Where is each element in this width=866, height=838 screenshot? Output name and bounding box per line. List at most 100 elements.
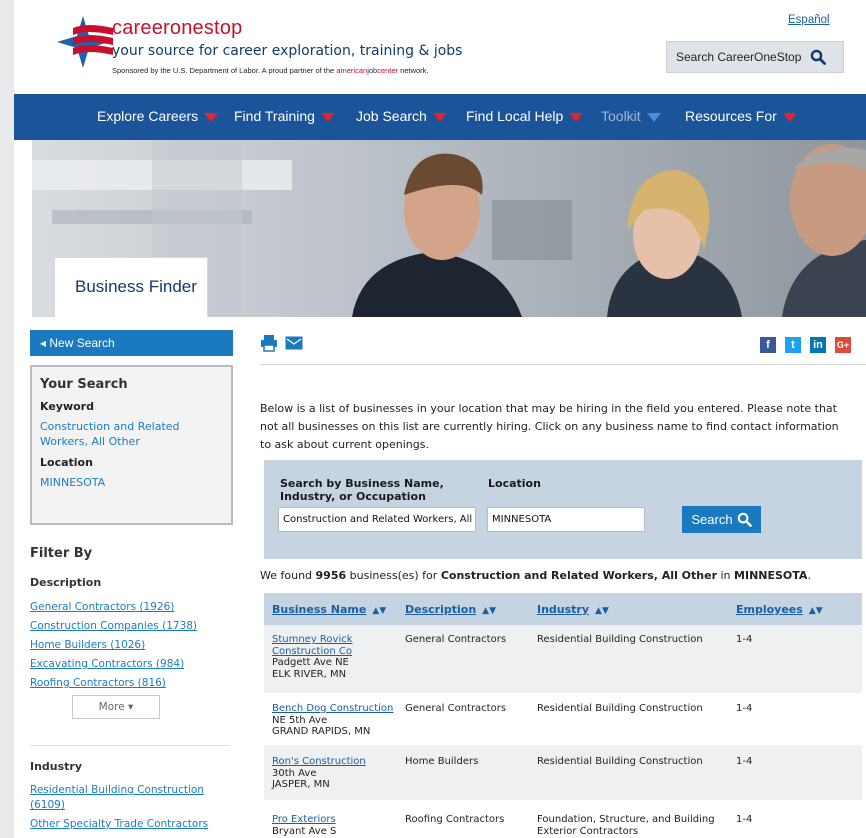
search-icon xyxy=(737,512,752,527)
business-name-link[interactable]: Ron's Construction xyxy=(272,756,366,767)
results-summary: We found 9956 business(es) for Construct… xyxy=(260,569,811,582)
business-street: Padgett Ave NE xyxy=(272,657,349,668)
search-icon xyxy=(811,49,827,65)
business-search-label: Search by Business Name, Industry, or Oc… xyxy=(280,477,444,503)
column-header-employees[interactable]: Employees ▲▼ xyxy=(736,603,823,616)
caret-down-icon xyxy=(569,113,584,122)
twitter-icon[interactable]: t xyxy=(785,337,801,353)
business-name-link[interactable]: Pro Exteriors xyxy=(272,814,336,825)
more-filters-button[interactable]: More ▾ xyxy=(72,695,160,719)
description-cell: Home Builders xyxy=(405,756,479,767)
search-button[interactable]: Search xyxy=(682,506,761,533)
nav-find-local-help[interactable]: Find Local Help xyxy=(466,108,584,124)
business-city: GRAND RAPIDS, MN xyxy=(272,726,371,737)
description-cell: Roofing Contractors xyxy=(405,814,505,825)
sort-icon: ▲▼ xyxy=(372,606,387,616)
sponsor-prefix: Sponsored by the U.S. Department of Labo… xyxy=(112,66,335,75)
industry-filter-list: Residential Building Construction (6109)… xyxy=(30,783,230,832)
industry-cell: Residential Building Construction xyxy=(537,703,703,714)
summary-text: . xyxy=(807,569,811,582)
business-cell: Bench Dog Construction NE 5th Ave GRAND … xyxy=(272,703,402,738)
column-header-description[interactable]: Description ▲▼ xyxy=(405,603,496,616)
language-link[interactable]: Español xyxy=(788,14,830,26)
column-label: Employees xyxy=(736,603,803,616)
page: Español careeronestop your source for ca… xyxy=(14,0,866,838)
caret-down-icon xyxy=(646,113,661,122)
google-plus-icon[interactable]: G+ xyxy=(835,337,851,353)
new-search-button[interactable]: ◂ New Search xyxy=(30,330,233,356)
careeronestop-logo[interactable] xyxy=(55,14,115,70)
brand-part-career: career xyxy=(112,17,170,39)
filter-link[interactable]: Residential Building Construction (6109) xyxy=(30,783,230,813)
nav-label: Resources For xyxy=(685,108,777,124)
industry-cell: Residential Building Construction xyxy=(537,756,703,767)
business-name-link[interactable]: Stumney Rovick Construction Co xyxy=(272,634,353,657)
column-label: Business Name xyxy=(272,603,367,616)
column-header-business-name[interactable]: Business Name ▲▼ xyxy=(272,603,386,616)
caret-down-icon xyxy=(432,113,447,122)
table-row: Ron's Construction 30th Ave JASPER, MN H… xyxy=(264,745,862,800)
column-label: Industry xyxy=(537,603,590,616)
business-city: JASPER, MN xyxy=(272,779,330,790)
column-label: Description xyxy=(405,603,477,616)
keyword-label: Keyword xyxy=(40,400,94,413)
nav-explore-careers[interactable]: Explore Careers xyxy=(97,108,219,124)
business-street: NE 5th Ave xyxy=(272,714,328,726)
keyword-value: Construction and Related Workers, All Ot… xyxy=(40,420,180,448)
sort-icon: ▲▼ xyxy=(595,606,609,616)
nav-find-training[interactable]: Find Training xyxy=(234,108,335,124)
results-count: 9956 xyxy=(315,569,347,582)
filter-link[interactable]: Excavating Contractors (984) xyxy=(30,655,230,674)
sort-icon: ▲▼ xyxy=(808,606,823,616)
table-row: Stumney Rovick Construction Co Padgett A… xyxy=(264,625,862,693)
print-icon[interactable] xyxy=(260,334,278,352)
industry-filter-label: Industry xyxy=(30,760,83,773)
column-header-industry[interactable]: Industry ▲▼ xyxy=(537,603,609,616)
your-search-title: Your Search xyxy=(40,377,128,392)
description-filter-label: Description xyxy=(30,576,102,589)
sort-icon: ▲▼ xyxy=(482,606,496,616)
business-cell: Ron's Construction 30th Ave JASPER, MN xyxy=(272,756,402,791)
intro-text: Below is a list of businesses in your lo… xyxy=(260,402,839,451)
description-filter-list: General Contractors (1926) Construction … xyxy=(30,598,230,693)
nav-label: Job Search xyxy=(356,108,427,124)
main-nav: Explore Careers Find Training Job Search… xyxy=(14,94,866,140)
business-cell: Stumney Rovick Construction Co Padgett A… xyxy=(272,634,392,680)
location-value: MINNESOTA xyxy=(40,476,106,489)
location-search-input[interactable]: MINNESOTA xyxy=(487,507,645,532)
ajc-part-3: center xyxy=(377,66,399,75)
nav-job-search[interactable]: Job Search xyxy=(356,108,447,124)
new-search-label: New Search xyxy=(49,336,115,350)
email-icon[interactable] xyxy=(285,336,303,350)
business-search-input[interactable]: Construction and Related Workers, All O xyxy=(278,507,476,532)
filter-link[interactable]: Roofing Contractors (816) xyxy=(30,674,230,693)
nav-label: Find Local Help xyxy=(466,108,564,124)
site-search-button[interactable]: Search CareerOneStop xyxy=(666,41,844,73)
business-city: ELK RIVER, MN xyxy=(272,668,347,680)
filter-link[interactable]: Other Specialty Trade Contractors xyxy=(30,817,230,832)
linkedin-icon[interactable]: in xyxy=(810,337,826,353)
filter-link[interactable]: Home Builders (1026) xyxy=(30,636,230,655)
filter-link[interactable]: General Contractors (1926) xyxy=(30,598,230,617)
table-row: Bench Dog Construction NE 5th Ave GRAND … xyxy=(264,693,862,745)
employees-cell: 1-4 xyxy=(736,814,753,825)
location-label: Location xyxy=(40,456,93,469)
business-street: 30th Ave xyxy=(272,767,317,779)
sponsor-suffix: network. xyxy=(400,66,429,75)
nav-resources-for[interactable]: Resources For xyxy=(685,108,797,124)
filter-by-title: Filter By xyxy=(30,546,93,561)
business-name-link[interactable]: Bench Dog Construction xyxy=(272,703,393,714)
summary-keyword: Construction and Related Workers, All Ot… xyxy=(440,569,717,582)
business-street: Bryant Ave S xyxy=(272,825,337,837)
nav-toolkit[interactable]: Toolkit xyxy=(601,108,661,124)
summary-text: We found xyxy=(260,569,313,582)
table-row: Pro Exteriors Bryant Ave S Roofing Contr… xyxy=(264,800,862,838)
your-search-panel: Your Search Keyword Construction and Rel… xyxy=(30,365,233,525)
employees-cell: 1-4 xyxy=(736,634,753,645)
facebook-icon[interactable]: f xyxy=(760,337,776,353)
brand-name[interactable]: careeronestop xyxy=(112,17,242,40)
filter-link[interactable]: Construction Companies (1738) xyxy=(30,617,230,636)
caret-down-icon xyxy=(320,113,335,122)
caret-down-icon xyxy=(204,113,219,122)
brand-part-onestop: onestop xyxy=(169,17,243,39)
